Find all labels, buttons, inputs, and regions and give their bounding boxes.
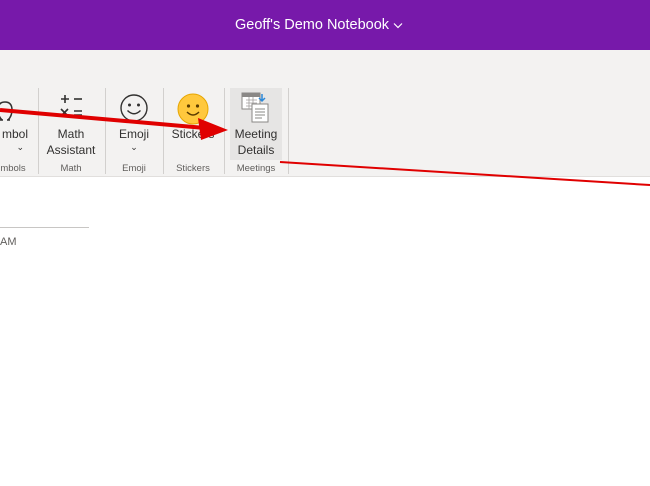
insert-ribbon: mbol ⌄ mbols Math Assistant Math Emoji ⌄… <box>0 50 650 176</box>
group-separator <box>105 88 106 174</box>
chevron-down-icon: ⌄ <box>16 142 24 152</box>
group-separator <box>288 88 289 174</box>
smiley-icon <box>118 92 150 124</box>
emoji-group-label: Emoji <box>122 163 146 174</box>
title-bar: Geoff's Demo Notebook <box>0 0 650 50</box>
meetings-group-label: Meetings <box>236 163 276 174</box>
chevron-down-icon <box>393 21 403 31</box>
math-group-label: Math <box>60 163 82 174</box>
symbol-label: mbol <box>1 127 28 141</box>
page-timestamp: AM <box>0 236 17 248</box>
stickers-button[interactable]: Stickers <box>166 90 220 166</box>
stickers-label: Stickers <box>171 127 215 141</box>
emoji-label: Emoji <box>118 127 149 141</box>
math-label-line1: Math <box>57 127 85 141</box>
meeting-details-icon <box>240 90 272 124</box>
group-separator <box>163 88 164 174</box>
group-separator <box>38 88 39 174</box>
notebook-title-text: Geoff's Demo Notebook <box>234 17 390 33</box>
math-label-line2: Assistant <box>46 143 96 157</box>
emoji-button[interactable]: Emoji ⌄ <box>110 90 158 166</box>
group-separator <box>224 88 225 174</box>
ribbon-bottom-border <box>0 176 650 177</box>
symbols-group-label: mbols <box>0 163 26 174</box>
meeting-label-line2: Details <box>237 143 275 157</box>
symbol-button[interactable]: mbol ⌄ <box>0 90 38 166</box>
stickers-group-label: Stickers <box>176 163 210 174</box>
omega-icon <box>0 90 38 124</box>
sticker-smiley-icon <box>176 92 210 126</box>
meeting-details-button[interactable]: Meeting Details <box>230 90 282 166</box>
meeting-label-line1: Meeting <box>234 127 278 141</box>
math-assistant-button[interactable]: Math Assistant <box>43 90 99 166</box>
math-operators-icon <box>55 90 87 122</box>
chevron-down-icon: ⌄ <box>130 142 138 152</box>
page-title-underline <box>0 227 89 228</box>
notebook-title[interactable]: Geoff's Demo Notebook <box>235 17 403 33</box>
